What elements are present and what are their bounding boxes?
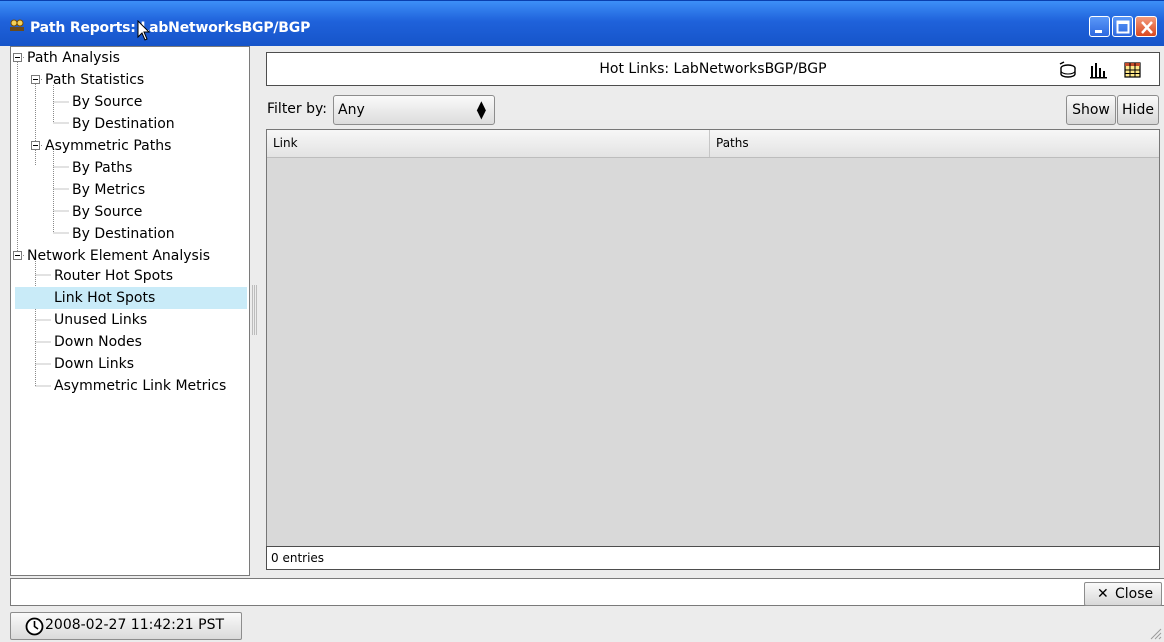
tree-item-by-source-asym[interactable]: By Source <box>70 201 144 223</box>
hot-links-table[interactable]: Link Paths <box>266 129 1160 569</box>
mouse-cursor-icon <box>137 20 151 41</box>
tree-item-down-links[interactable]: Down Links <box>52 353 136 375</box>
report-tree[interactable]: Path Analysis Path Statistics By Source … <box>10 46 250 576</box>
window-title: Path Reports: LabNetworksBGP/BGP <box>30 20 311 36</box>
tree-item-by-paths[interactable]: By Paths <box>70 157 134 179</box>
filter-label: Filter by: <box>267 101 327 117</box>
show-button[interactable]: Show <box>1066 95 1116 125</box>
close-button[interactable]: ✕ Close <box>1084 582 1162 606</box>
minimize-icon <box>1095 30 1102 33</box>
filter-select[interactable]: Any ▲ ▼ <box>333 95 495 125</box>
panel-splitter-handle[interactable] <box>252 285 258 335</box>
tree-item-unused-links[interactable]: Unused Links <box>52 309 149 331</box>
updown-arrows-icon: ▲ ▼ <box>476 98 486 121</box>
hide-button[interactable]: Hide <box>1117 95 1159 125</box>
app-icon <box>10 19 24 31</box>
database-icon[interactable] <box>1057 60 1077 80</box>
resize-grip-icon[interactable] <box>1148 626 1162 640</box>
column-header-link[interactable]: Link <box>267 130 710 157</box>
tree-item-by-metrics[interactable]: By Metrics <box>70 179 147 201</box>
timestamp-text: 2008-02-27 11:42:21 PST <box>45 617 225 633</box>
tree-item-path-statistics[interactable]: Path Statistics <box>43 69 146 91</box>
maximize-icon <box>1116 20 1130 34</box>
tree-item-path-analysis[interactable]: Path Analysis <box>25 47 122 69</box>
column-header-paths[interactable]: Paths <box>710 130 1159 157</box>
tree-item-by-destination[interactable]: By Destination <box>70 113 177 135</box>
close-button-label: Close <box>1115 586 1154 602</box>
filter-selected-value: Any <box>338 102 365 118</box>
tree-item-by-source[interactable]: By Source <box>70 91 144 113</box>
clock-icon <box>25 617 44 636</box>
report-title: Hot Links: LabNetworksBGP/BGP <box>599 61 827 77</box>
tree-item-asymmetric-link-metrics[interactable]: Asymmetric Link Metrics <box>52 375 228 397</box>
tree-item-link-hot-spots[interactable]: Link Hot Spots <box>15 287 247 309</box>
maximize-button[interactable] <box>1112 16 1133 37</box>
close-icon <box>1141 21 1153 34</box>
report-panel: Hot Links: LabNetworksBGP/BGP Filter by:… <box>261 46 1164 576</box>
tree-item-by-destination-asym[interactable]: By Destination <box>70 223 177 245</box>
table-icon[interactable] <box>1123 60 1143 80</box>
tree-item-down-nodes[interactable]: Down Nodes <box>52 331 144 353</box>
status-bar <box>10 578 1164 606</box>
close-x-icon: ✕ <box>1097 586 1109 602</box>
table-header: Link Paths <box>267 130 1159 158</box>
tree-item-router-hot-spots[interactable]: Router Hot Spots <box>52 265 175 287</box>
tree-item-asymmetric-paths[interactable]: Asymmetric Paths <box>43 135 173 157</box>
entries-count: 0 entries <box>266 546 1160 570</box>
bar-chart-icon[interactable] <box>1089 60 1109 80</box>
minimize-button[interactable] <box>1089 16 1110 37</box>
report-header: Hot Links: LabNetworksBGP/BGP <box>266 52 1160 86</box>
window-titlebar[interactable]: Path Reports: LabNetworksBGP/BGP <box>0 0 1164 46</box>
timestamp-display[interactable]: 2008-02-27 11:42:21 PST <box>10 612 242 640</box>
window-close-button[interactable] <box>1135 16 1157 37</box>
tree-item-network-element-analysis[interactable]: Network Element Analysis <box>25 245 212 267</box>
